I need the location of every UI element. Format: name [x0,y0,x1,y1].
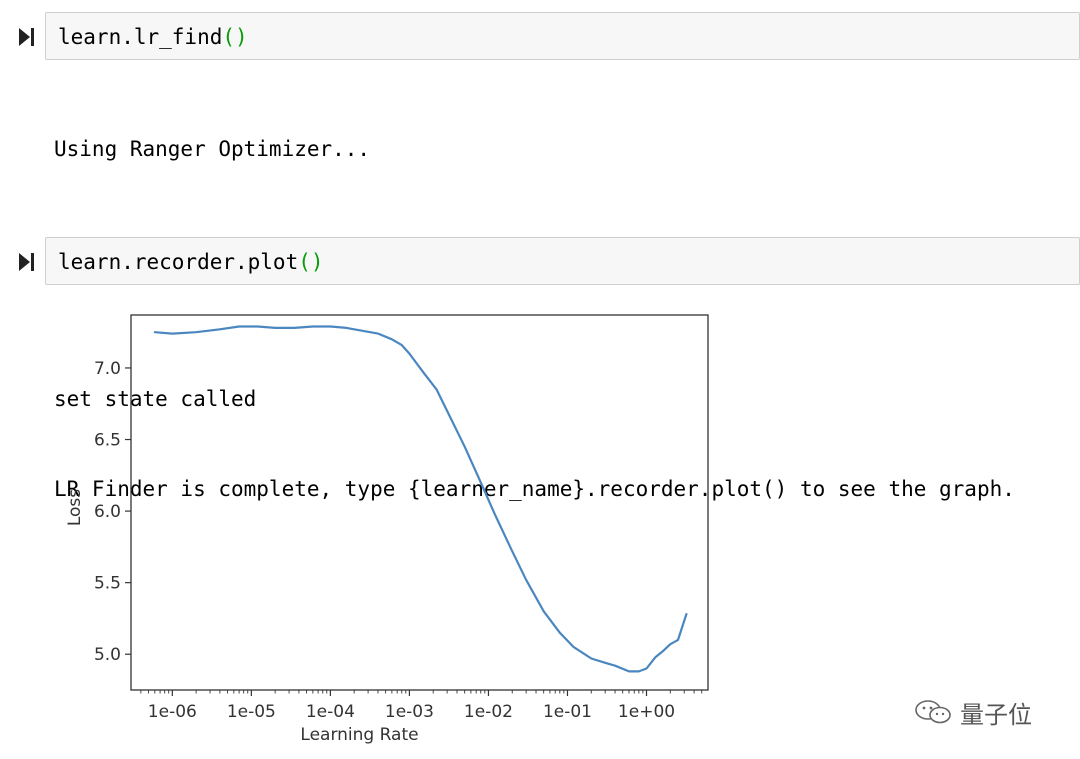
run-cell-icon[interactable] [18,27,36,47]
x-tick-label: 1e-02 [464,702,513,722]
x-tick-label: 1e-06 [148,702,197,722]
cell-code: learn.recorder.plot() [58,250,324,274]
output-line: LR Finder is complete, type {learner_nam… [54,477,1015,501]
x-tick-label: 1e-01 [543,702,592,722]
watermark: 量子位 [914,696,1032,729]
cell-input[interactable]: learn.lr_find() [45,12,1080,60]
output-line: set state called [54,387,257,411]
x-tick-label: 1e-04 [306,702,355,722]
output-line: Using Ranger Optimizer... [54,137,371,161]
wechat-icon [915,700,951,724]
x-tick-label: 1e-05 [227,702,276,722]
cell-code: learn.lr_find() [58,25,248,49]
y-tick-label: 5.0 [94,645,121,665]
cell-input[interactable]: learn.recorder.plot() [45,237,1080,285]
watermark-text: 量子位 [960,700,1032,729]
x-axis-label: Learning Rate [300,725,418,745]
run-cell-icon[interactable] [18,252,36,272]
cell-output: Using Ranger Optimizer... set state call… [54,74,1015,534]
y-tick-label: 5.5 [94,574,121,594]
x-tick-label: 1e-03 [385,702,434,722]
x-tick-label: 1e+00 [618,702,675,722]
